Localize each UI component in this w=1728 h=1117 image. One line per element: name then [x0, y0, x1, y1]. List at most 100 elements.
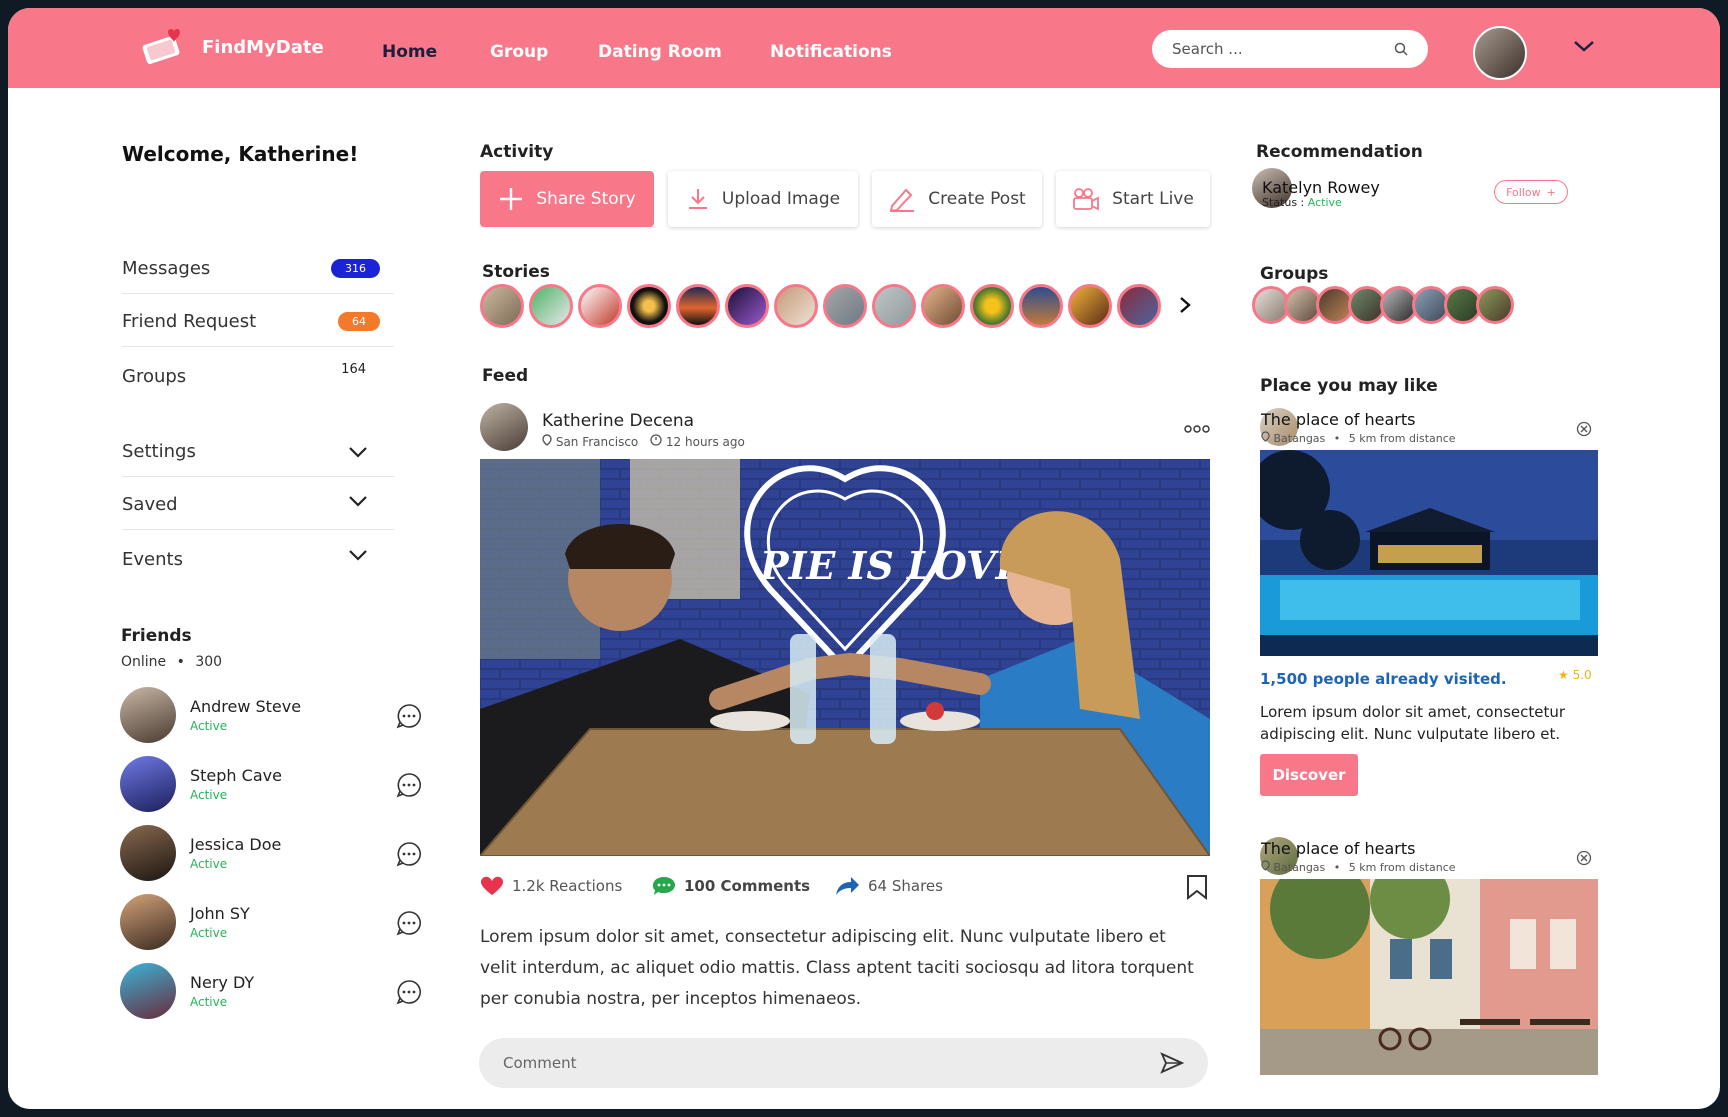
sidebar-item-label: Saved	[122, 494, 178, 515]
friend-item[interactable]: Andrew Steve Active	[120, 687, 422, 743]
friend-item[interactable]: Jessica Doe Active	[120, 825, 422, 881]
chat-bubble-icon[interactable]	[396, 841, 422, 867]
phone-heart-icon	[138, 26, 194, 68]
sidebar-item-events[interactable]: Events	[122, 534, 394, 584]
chevron-right-icon[interactable]	[1178, 295, 1192, 315]
bookmark-icon[interactable]	[1186, 874, 1208, 900]
friends-online-count: Online • 300	[121, 654, 222, 670]
reactions-count[interactable]: 1.2k Reactions	[480, 876, 622, 896]
search-input[interactable]: Search ...	[1152, 30, 1428, 68]
place-image[interactable]	[1260, 450, 1598, 656]
post-author[interactable]: Katherine Decena	[542, 411, 694, 431]
more-options-icon[interactable]	[1184, 424, 1210, 434]
friend-item[interactable]: John SY Active	[120, 894, 422, 950]
avatar[interactable]	[480, 403, 528, 451]
story-avatar[interactable]	[725, 284, 769, 328]
close-circle-icon[interactable]	[1576, 421, 1592, 437]
chat-bubble-icon[interactable]	[396, 910, 422, 936]
story-avatar[interactable]	[1068, 284, 1112, 328]
story-avatar[interactable]	[872, 284, 916, 328]
status-value: Active	[1307, 196, 1342, 209]
activity-heading: Activity	[480, 142, 554, 162]
story-avatar[interactable]	[1117, 284, 1161, 328]
avatar	[120, 894, 176, 950]
nav-home[interactable]: Home	[382, 42, 437, 62]
story-avatar[interactable]	[578, 284, 622, 328]
user-avatar[interactable]	[1473, 26, 1527, 80]
story-avatar[interactable]	[921, 284, 965, 328]
chat-bubble-icon[interactable]	[396, 772, 422, 798]
sidebar-item-settings[interactable]: Settings	[122, 427, 394, 477]
send-icon[interactable]	[1160, 1052, 1184, 1074]
story-avatar[interactable]	[823, 284, 867, 328]
story-avatar[interactable]	[1019, 284, 1063, 328]
top-bar: FindMyDate Home Group Dating Room Notifi…	[8, 8, 1720, 88]
friend-name: Steph Cave	[190, 766, 282, 785]
nav-dating-room[interactable]: Dating Room	[598, 42, 722, 62]
comments-count[interactable]: 100 Comments	[652, 876, 810, 896]
avatar	[120, 756, 176, 812]
story-avatar[interactable]	[774, 284, 818, 328]
group-avatar[interactable]	[1476, 286, 1514, 324]
dot-separator: •	[1333, 432, 1341, 445]
share-arrow-icon	[836, 877, 859, 895]
chevron-down-icon[interactable]	[1572, 38, 1596, 54]
visited-count: 1,500 people already visited.	[1260, 670, 1507, 688]
online-label: Online	[121, 654, 167, 670]
place-name[interactable]: The place of hearts	[1261, 410, 1415, 429]
start-live-button[interactable]: Start Live	[1056, 171, 1210, 227]
chevron-down-icon	[349, 446, 367, 458]
comment-input[interactable]: Comment	[479, 1038, 1208, 1088]
story-avatar[interactable]	[970, 284, 1014, 328]
rating-value: 5.0	[1572, 668, 1592, 682]
chat-bubble-icon[interactable]	[396, 703, 422, 729]
friend-status: Active	[190, 719, 228, 733]
place-image[interactable]	[1260, 879, 1598, 1075]
reactions-label: 1.2k Reactions	[512, 877, 623, 895]
mural-text: PIE IS LOVE	[759, 543, 1026, 588]
nav-notifications[interactable]: Notifications	[770, 42, 892, 62]
story-avatar[interactable]	[627, 284, 671, 328]
sidebar-item-friend-request[interactable]: Friend Request 64	[122, 297, 394, 347]
close-circle-icon[interactable]	[1576, 850, 1592, 866]
post-image[interactable]: PIE IS LOVE	[480, 459, 1210, 856]
brand-logo[interactable]: FindMyDate	[138, 26, 324, 68]
follow-button[interactable]: Follow +	[1494, 180, 1568, 204]
dot-separator: •	[1333, 861, 1341, 874]
place-description: Lorem ipsum dolor sit amet, consectetur …	[1260, 703, 1566, 743]
chat-bubble-icon[interactable]	[396, 979, 422, 1005]
place-distance: 5 km from distance	[1348, 861, 1456, 874]
story-avatar[interactable]	[676, 284, 720, 328]
recommended-user-status: Status : Active	[1262, 196, 1342, 209]
friend-status: Active	[190, 926, 228, 940]
sidebar-item-messages[interactable]: Messages 316	[122, 244, 394, 294]
sidebar-item-saved[interactable]: Saved	[122, 480, 394, 530]
story-avatar[interactable]	[529, 284, 573, 328]
friend-item[interactable]: Nery DY Active	[120, 963, 422, 1019]
plus-icon: +	[1546, 185, 1556, 199]
sidebar-item-label: Settings	[122, 441, 196, 462]
post-body: Lorem ipsum dolor sit amet, consectetur …	[480, 927, 1194, 1009]
upload-image-label: Upload Image	[721, 189, 841, 209]
share-story-button[interactable]: Share Story	[480, 171, 654, 227]
place-name[interactable]: The place of hearts	[1261, 839, 1415, 858]
friend-name: Nery DY	[190, 973, 255, 992]
recommended-user-name[interactable]: Katelyn Rowey	[1262, 178, 1380, 197]
discover-button[interactable]: Discover	[1260, 754, 1358, 796]
friend-item[interactable]: Steph Cave Active	[120, 756, 422, 812]
story-avatar[interactable]	[480, 284, 524, 328]
shares-count[interactable]: 64 Shares	[834, 876, 943, 896]
create-post-button[interactable]: Create Post	[872, 171, 1042, 227]
dot-separator: •	[176, 654, 185, 670]
upload-image-button[interactable]: Upload Image	[668, 171, 858, 227]
place-distance: 5 km from distance	[1348, 432, 1456, 445]
nav-group[interactable]: Group	[490, 42, 548, 62]
sidebar-item-groups[interactable]: Groups 164	[122, 351, 394, 401]
heart-icon	[481, 876, 503, 895]
place-location: Batangas • 5 km from distance	[1261, 431, 1456, 445]
place-city: Batangas	[1273, 861, 1326, 874]
comment-placeholder: Comment	[503, 1054, 577, 1072]
shares-label: 64 Shares	[868, 877, 943, 895]
friend-name: John SY	[190, 904, 250, 923]
stories-heading: Stories	[482, 262, 550, 282]
